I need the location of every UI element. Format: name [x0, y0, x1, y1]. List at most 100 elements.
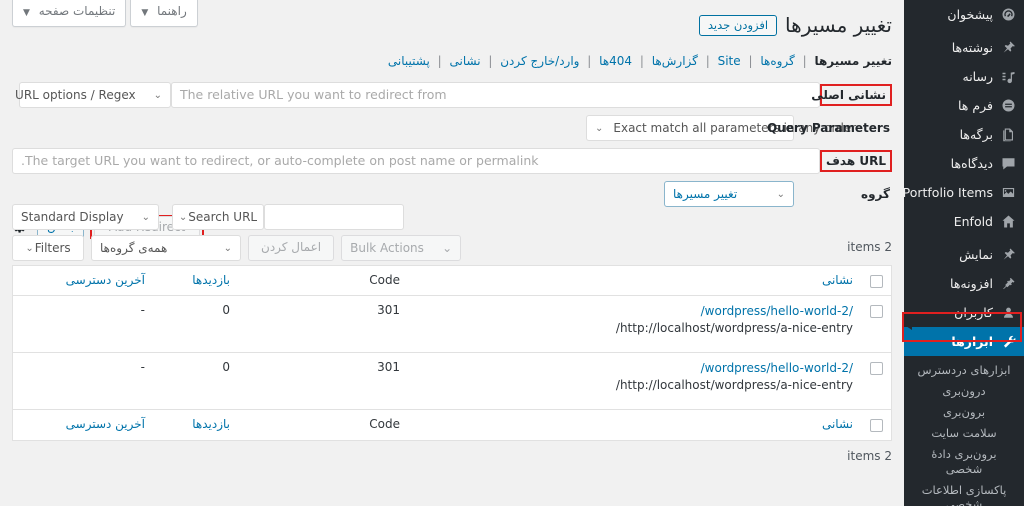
- sidebar-item-label: کاربران: [954, 305, 993, 320]
- sidebar-item-portfolio-items[interactable]: Portfolio Items: [904, 178, 1024, 207]
- forms-icon: [1000, 98, 1016, 114]
- sidebar-item-media[interactable]: رسانه: [904, 62, 1024, 91]
- select-all-checkbox[interactable]: [869, 275, 883, 288]
- submenu-item-erase-personal-data[interactable]: پاکسازی اطلاعات شخصی: [904, 480, 1024, 506]
- subnav: تغییر مسیرها | گروه‌ها | Site | گزارش‌ها…: [12, 54, 892, 68]
- submenu-item-export-personal-data[interactable]: برون‌بری دادهٔ شخصی: [904, 444, 1024, 480]
- sidebar-item-label: پیشخوان: [947, 7, 993, 22]
- row-code: 301: [377, 360, 400, 374]
- apply-button[interactable]: اعمال کردن: [248, 235, 335, 261]
- row-url-cell: /wordpress/hello-world-2/ /http://localh…: [408, 296, 861, 352]
- column-header-hits[interactable]: بازدیدها: [153, 266, 238, 295]
- table-row[interactable]: /wordpress/hello-world-2/ /http://localh…: [13, 296, 891, 353]
- display-mode-dropdown[interactable]: ⌄ Standard Display: [12, 204, 159, 230]
- chevron-down-icon: ⌄: [776, 188, 785, 200]
- bulk-actions-dropdown[interactable]: ⌄ Bulk Actions: [341, 235, 462, 261]
- query-parameters-dropdown[interactable]: Exact match all parameters in any order …: [586, 115, 856, 141]
- chevron-down-icon: ⌄: [25, 242, 34, 254]
- appearance-icon: [1000, 247, 1016, 263]
- submenu-item-site-health[interactable]: سلامت سایت: [904, 423, 1024, 444]
- sidebar-item-label: افزونه‌ها: [950, 276, 993, 291]
- table-footer-row: نشانی Code بازدیدها آخرین دسترسی: [13, 410, 891, 440]
- sidebar-item-label: رسانه: [962, 69, 994, 84]
- sidebar-item-label: ابزارها: [951, 334, 993, 349]
- admin-page: راهنما ▼ تنظیمات صفحه ▼ تغییر مسیرها افز…: [0, 0, 1024, 506]
- row-last-access: -: [140, 303, 145, 317]
- filters-button[interactable]: ⌄ Filters: [12, 235, 84, 261]
- dashboard-icon: [1000, 7, 1016, 23]
- query-parameters-controls: Exact match all parameters in any order …: [12, 115, 856, 141]
- bulk-actions-row: ⌄ Bulk Actions اعمال کردن ⌄ همه‌ی گروه‌ه…: [12, 235, 462, 261]
- subnav-separator: |: [802, 54, 807, 68]
- subnav-link-support[interactable]: پشتیبانی: [388, 54, 430, 68]
- subnav-link-import-export[interactable]: وارد/خارج کردن: [500, 54, 579, 68]
- sidebar-item-pages[interactable]: برگه‌ها: [904, 120, 1024, 149]
- column-footer-url[interactable]: نشانی: [408, 410, 861, 440]
- column-header-url[interactable]: نشانی: [408, 266, 861, 295]
- sidebar-item-label: نمایش: [959, 247, 993, 262]
- subnav-link-logs[interactable]: گزارش‌ها: [652, 54, 698, 68]
- select-all-checkbox-footer[interactable]: [869, 419, 883, 432]
- page-title: تغییر مسیرها: [785, 13, 892, 37]
- column-footer-hits[interactable]: بازدیدها: [153, 410, 238, 440]
- all-groups-dropdown[interactable]: ⌄ همه‌ی گروه‌ها: [91, 235, 241, 261]
- search-url-dropdown[interactable]: ⌄ Search URL: [172, 204, 264, 230]
- row-code: 301: [377, 303, 400, 317]
- chevron-down-icon: ⌄: [223, 242, 232, 254]
- submenu-item-export[interactable]: برون‌بری: [904, 402, 1024, 423]
- target-url-input[interactable]: .The target URL you want to redirect, or…: [12, 148, 820, 174]
- home-icon: [1000, 214, 1016, 230]
- row-source-url[interactable]: /wordpress/hello-world-2/: [416, 303, 853, 320]
- chevron-down-icon: ⌄: [141, 211, 150, 223]
- column-header-code: Code: [369, 273, 400, 287]
- target-url-controls: .The target URL you want to redirect, or…: [12, 148, 820, 174]
- row-checkbox[interactable]: [869, 362, 883, 375]
- select-all-cell-footer: [861, 410, 891, 440]
- add-new-button[interactable]: افزودن جدید: [698, 14, 778, 36]
- row-source-url[interactable]: /wordpress/hello-world-2/: [416, 360, 853, 377]
- sidebar-item-tools[interactable]: ابزارها: [904, 327, 1024, 356]
- subnav-link-redirects[interactable]: تغییر مسیرها: [814, 54, 892, 68]
- bulk-actions-label: Bulk Actions: [350, 241, 424, 255]
- column-footer-last-access[interactable]: آخرین دسترسی: [13, 410, 153, 440]
- row-checkbox[interactable]: [869, 305, 883, 318]
- sidebar-item-label: Enfold: [953, 214, 993, 229]
- users-icon: [1000, 305, 1016, 321]
- url-options-dropdown[interactable]: ⌄ URL options / Regex: [15, 82, 171, 108]
- sidebar-item-dashboard[interactable]: پیشخوان: [904, 0, 1024, 29]
- sidebar-item-posts[interactable]: نوشته‌ها: [904, 33, 1024, 62]
- submenu-item-available-tools[interactable]: ابزارهای دردسترس: [904, 360, 1024, 381]
- submenu-item-import[interactable]: درون‌بری: [904, 381, 1024, 402]
- sidebar-item-label: دیدگاه‌ها: [950, 156, 993, 171]
- target-url-label: URL هدف: [820, 150, 892, 172]
- subnav-separator: |: [748, 54, 753, 68]
- subnav-link-groups[interactable]: گروه‌ها: [760, 54, 794, 68]
- table-row[interactable]: /wordpress/hello-world-2/ /http://localh…: [13, 353, 891, 410]
- row-last-access: -: [140, 360, 145, 374]
- pages-icon: [1000, 127, 1016, 143]
- sidebar-item-users[interactable]: کاربران: [904, 298, 1024, 327]
- title-row: تغییر مسیرها افزودن جدید: [12, 12, 892, 38]
- row-hits: 0: [222, 303, 230, 317]
- query-parameters-label: Query Parameters: [767, 121, 890, 135]
- sidebar-item-comments[interactable]: دیدگاه‌ها: [904, 149, 1024, 178]
- source-url-row: نشانی اصلی The relative URL you want to …: [12, 82, 892, 108]
- subnav-separator: |: [587, 54, 592, 68]
- subnav-link-options[interactable]: نشانی: [449, 54, 480, 68]
- filters-label: Filters: [34, 241, 71, 255]
- subnav-link-404s[interactable]: 404ها: [599, 54, 632, 68]
- subnav-separator: |: [437, 54, 442, 68]
- sidebar-item-forms[interactable]: فرم ها: [904, 91, 1024, 120]
- source-url-input[interactable]: The relative URL you want to redirect fr…: [171, 82, 820, 108]
- items-count-bottom: 2 items: [847, 449, 892, 463]
- sidebar-item-appearance[interactable]: نمایش: [904, 240, 1024, 269]
- column-header-last-access[interactable]: آخرین دسترسی: [13, 266, 153, 295]
- sidebar-item-enfold[interactable]: Enfold: [904, 207, 1024, 236]
- sidebar-item-label: Portfolio Items: [904, 185, 993, 200]
- sidebar-item-label: فرم ها: [958, 98, 993, 113]
- subnav-link-site[interactable]: Site: [718, 54, 741, 68]
- target-url-row: URL هدف .The target URL you want to redi…: [12, 148, 892, 174]
- sidebar-item-plugins[interactable]: افزونه‌ها: [904, 269, 1024, 298]
- search-input[interactable]: [264, 204, 404, 230]
- chevron-down-icon: ⌄: [178, 211, 188, 223]
